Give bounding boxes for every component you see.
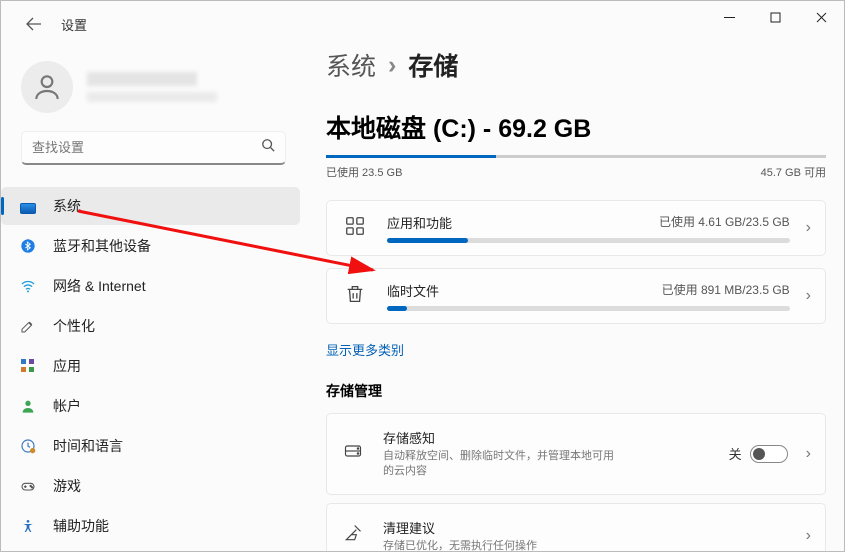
time-icon — [19, 437, 37, 455]
card-meta: 已使用 4.61 GB/23.5 GB — [659, 213, 790, 232]
mgmt-card-disk[interactable]: 存储感知自动释放空间、删除临时文件，并管理本地可用的云内容 关 › — [326, 413, 826, 495]
nav-item-label: 网络 & Internet — [53, 276, 286, 296]
card-title: 临时文件 — [387, 281, 439, 300]
nav-item-wifi[interactable]: 网络 & Internet — [1, 267, 300, 305]
nav-item-accessibility[interactable]: 辅助功能 — [1, 507, 300, 545]
nav-item-system[interactable]: 系统 — [1, 187, 300, 225]
disk-used-label: 已使用 23.5 GB — [326, 164, 402, 180]
mgmt-subtitle: 存储已优化，无需执行任何操作 — [383, 539, 623, 551]
nav-item-label: 辅助功能 — [53, 516, 286, 536]
search-input-wrapper[interactable] — [21, 131, 286, 165]
profile-email — [87, 92, 217, 102]
sidebar: 系统蓝牙和其他设备网络 & Internet 个性化应用帐户时间和语言游戏辅助功能 — [1, 47, 306, 551]
card-usage-bar — [387, 306, 790, 311]
chevron-right-icon: › — [806, 527, 811, 545]
show-more-link[interactable]: 显示更多类别 — [326, 340, 404, 359]
bluetooth-icon — [19, 237, 37, 255]
nav-item-account[interactable]: 帐户 — [1, 387, 300, 425]
trash-icon — [341, 283, 369, 310]
broom-icon — [341, 523, 365, 548]
disk-free-label: 45.7 GB 可用 — [761, 164, 826, 180]
apps-icon — [341, 215, 369, 242]
wifi-icon — [19, 277, 37, 295]
disk-title: 本地磁盘 (C:) - 69.2 GB — [326, 109, 826, 145]
account-icon — [19, 397, 37, 415]
nav-item-gaming[interactable]: 游戏 — [1, 467, 300, 505]
gaming-icon — [19, 477, 37, 495]
nav-item-label: 个性化 — [53, 316, 286, 336]
storage-card-apps[interactable]: 应用和功能 已使用 4.61 GB/23.5 GB › — [326, 200, 826, 256]
card-meta: 已使用 891 MB/23.5 GB — [662, 281, 790, 300]
apps-icon — [19, 357, 37, 375]
nav-item-apps[interactable]: 应用 — [1, 347, 300, 385]
breadcrumb-parent[interactable]: 系统 — [326, 47, 376, 83]
toggle-label: 关 — [729, 444, 742, 463]
accessibility-icon — [19, 517, 37, 535]
nav-item-label: 游戏 — [53, 476, 286, 496]
toggle-switch[interactable] — [750, 445, 788, 463]
system-icon — [19, 197, 37, 215]
nav-item-bluetooth[interactable]: 蓝牙和其他设备 — [1, 227, 300, 265]
personalize-icon — [19, 317, 37, 335]
nav-item-personalize[interactable]: 个性化 — [1, 307, 300, 345]
close-button[interactable] — [798, 1, 844, 33]
breadcrumb-current: 存储 — [408, 47, 458, 83]
minimize-button[interactable] — [706, 1, 752, 33]
mgmt-subtitle: 自动释放空间、删除临时文件，并管理本地可用的云内容 — [383, 449, 623, 480]
back-button[interactable] — [19, 9, 49, 39]
nav-list: 系统蓝牙和其他设备网络 & Internet 个性化应用帐户时间和语言游戏辅助功能 — [1, 185, 306, 551]
search-input[interactable] — [32, 140, 261, 155]
mgmt-card-broom[interactable]: 清理建议存储已优化，无需执行任何操作 › — [326, 503, 826, 551]
card-usage-bar — [387, 238, 790, 243]
profile-name — [87, 72, 197, 86]
chevron-right-icon: › — [806, 219, 811, 237]
disk-icon — [341, 441, 365, 466]
nav-item-label: 时间和语言 — [53, 436, 286, 456]
main-content: 系统 › 存储 本地磁盘 (C:) - 69.2 GB 已使用 23.5 GB … — [306, 47, 844, 551]
nav-item-label: 系统 — [53, 196, 286, 216]
chevron-right-icon: › — [806, 287, 811, 305]
breadcrumb: 系统 › 存储 — [326, 47, 826, 83]
avatar — [21, 61, 73, 113]
nav-item-label: 应用 — [53, 356, 286, 376]
mgmt-title: 清理建议 — [383, 518, 788, 537]
disk-usage-bar — [326, 155, 826, 158]
profile-section[interactable] — [1, 55, 306, 131]
storage-mgmt-title: 存储管理 — [326, 381, 826, 401]
search-icon — [261, 138, 275, 157]
app-title: 设置 — [61, 15, 87, 34]
mgmt-title: 存储感知 — [383, 428, 729, 447]
storage-card-trash[interactable]: 临时文件 已使用 891 MB/23.5 GB › — [326, 268, 826, 324]
chevron-right-icon: › — [806, 445, 811, 463]
chevron-right-icon: › — [388, 51, 396, 80]
card-title: 应用和功能 — [387, 213, 452, 232]
maximize-button[interactable] — [752, 1, 798, 33]
nav-item-label: 蓝牙和其他设备 — [53, 236, 286, 256]
nav-item-label: 帐户 — [53, 396, 286, 416]
nav-item-time[interactable]: 时间和语言 — [1, 427, 300, 465]
